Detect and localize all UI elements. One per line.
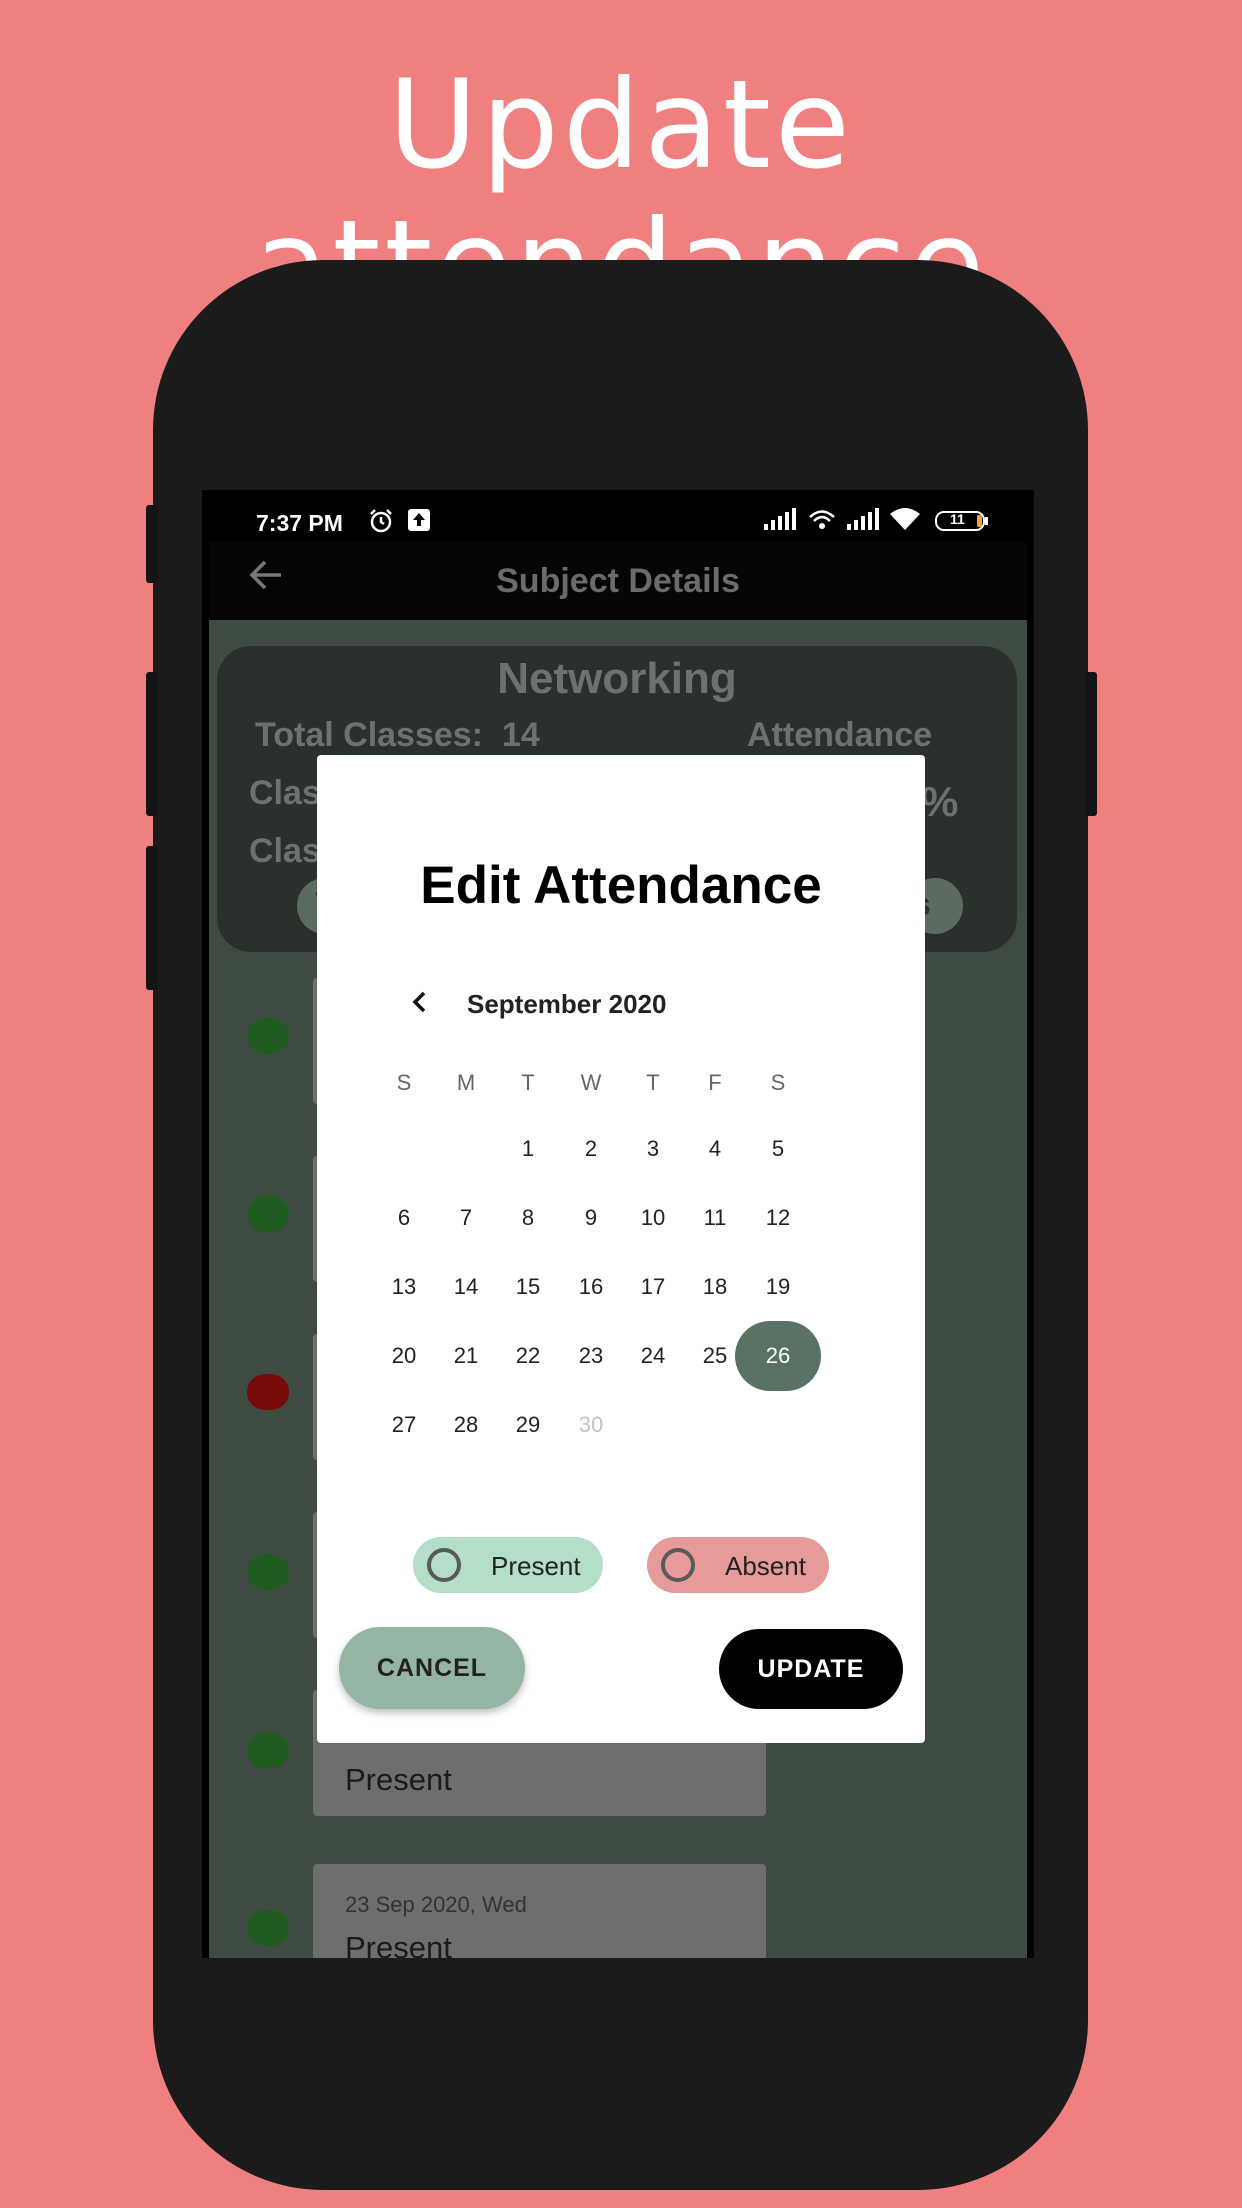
attendance-label: Attendance [747, 716, 933, 754]
dialog-title: Edit Attendance [420, 856, 822, 915]
weekday-label: S [396, 1070, 412, 1095]
status-dot-present [247, 1018, 289, 1054]
calendar-day[interactable]: 10 [622, 1187, 684, 1249]
total-classes: Total Classes: 14 [255, 716, 540, 754]
weekday-label: T [521, 1070, 535, 1095]
calendar-day[interactable]: 14 [435, 1256, 497, 1318]
weekday-label: W [580, 1070, 602, 1095]
calendar-day[interactable]: 21 [435, 1325, 497, 1387]
calendar-day: 30 [578, 1412, 604, 1437]
weekday-label: F [708, 1070, 722, 1095]
status-dot-present [247, 1910, 289, 1946]
calendar-day[interactable]: 17 [622, 1256, 684, 1318]
record-status: Present [345, 1762, 452, 1797]
calendar-day[interactable]: 22 [497, 1325, 559, 1387]
calendar-day[interactable]: 18 [684, 1256, 746, 1318]
page-title: Subject Details [496, 562, 740, 600]
calendar-month-label: September 2020 [467, 989, 667, 1019]
classes-row-3: Clas [249, 832, 321, 870]
wifi-icon [890, 508, 920, 536]
calendar-day[interactable]: 23 [560, 1325, 622, 1387]
edit-attendance-dialog: Edit Attendance September 2020 S M T W T F S 1… [317, 755, 925, 1743]
calendar-day[interactable]: 7 [435, 1187, 497, 1249]
chevron-left-icon [412, 991, 426, 1013]
upload-icon [407, 508, 431, 538]
status-dot-absent [247, 1374, 289, 1410]
calendar-day[interactable]: 5 [747, 1118, 809, 1180]
record-card[interactable]: 23 Sep 2020, Wed Present [313, 1864, 766, 1958]
update-button[interactable]: UPDATE [719, 1629, 903, 1709]
calendar-day[interactable]: 13 [373, 1256, 435, 1318]
status-dot-present [247, 1732, 289, 1768]
cancel-button[interactable]: CANCEL [339, 1627, 525, 1709]
status-time: 7:37 PM [256, 510, 343, 536]
classes-row-2: Clas [249, 774, 321, 812]
app-bar: Subject Details [209, 542, 1027, 620]
absent-radio[interactable] [661, 1548, 695, 1582]
calendar-day[interactable]: 4 [684, 1118, 746, 1180]
alarm-icon [368, 508, 394, 540]
calendar-day-selected[interactable]: 26 [735, 1321, 821, 1391]
phone-side-button [1085, 672, 1097, 816]
battery-level: 11 [950, 511, 965, 527]
calendar-day[interactable]: 12 [747, 1187, 809, 1249]
calendar-day[interactable]: 19 [747, 1256, 809, 1318]
calendar-day[interactable]: 11 [684, 1187, 746, 1249]
calendar-day[interactable]: 9 [560, 1187, 622, 1249]
record-date: 23 Sep 2020, Wed [345, 1892, 527, 1917]
calendar-day[interactable]: 8 [497, 1187, 559, 1249]
phone-side-button [146, 846, 158, 990]
calendar-day[interactable]: 24 [622, 1325, 684, 1387]
calendar-day[interactable]: 1 [497, 1118, 559, 1180]
signal-icon [764, 508, 796, 536]
calendar-prev-button[interactable] [405, 987, 435, 1017]
weekday-label: M [456, 1070, 476, 1095]
calendar-day[interactable]: 27 [373, 1394, 435, 1456]
calendar-day[interactable]: 20 [373, 1325, 435, 1387]
present-label: Present [491, 1551, 581, 1581]
calendar-day[interactable]: 28 [435, 1394, 497, 1456]
present-radio[interactable] [427, 1548, 461, 1582]
absent-label: Absent [725, 1551, 806, 1581]
calendar-day[interactable]: 3 [622, 1118, 684, 1180]
record-status: Present [345, 1930, 452, 1958]
phone-side-button [146, 672, 158, 816]
calendar-day[interactable]: 6 [373, 1187, 435, 1249]
percent-value: % [921, 778, 959, 825]
subject-name: Networking [497, 654, 737, 703]
calendar-day[interactable]: 2 [560, 1118, 622, 1180]
phone-side-button [146, 505, 158, 583]
hotspot-icon [808, 508, 836, 538]
status-bar: 7:37 PM 11 [202, 490, 1034, 542]
status-dot-present [247, 1196, 289, 1232]
weekday-label: S [770, 1070, 786, 1095]
calendar-day[interactable]: 15 [497, 1256, 559, 1318]
weekday-label: T [646, 1070, 660, 1095]
absent-option[interactable]: Absent [647, 1537, 829, 1593]
calendar-day[interactable]: 29 [497, 1394, 559, 1456]
present-option[interactable]: Present [413, 1537, 603, 1593]
signal-icon-2 [847, 508, 879, 536]
calendar-day[interactable]: 16 [560, 1256, 622, 1318]
status-dot-present [247, 1554, 289, 1590]
